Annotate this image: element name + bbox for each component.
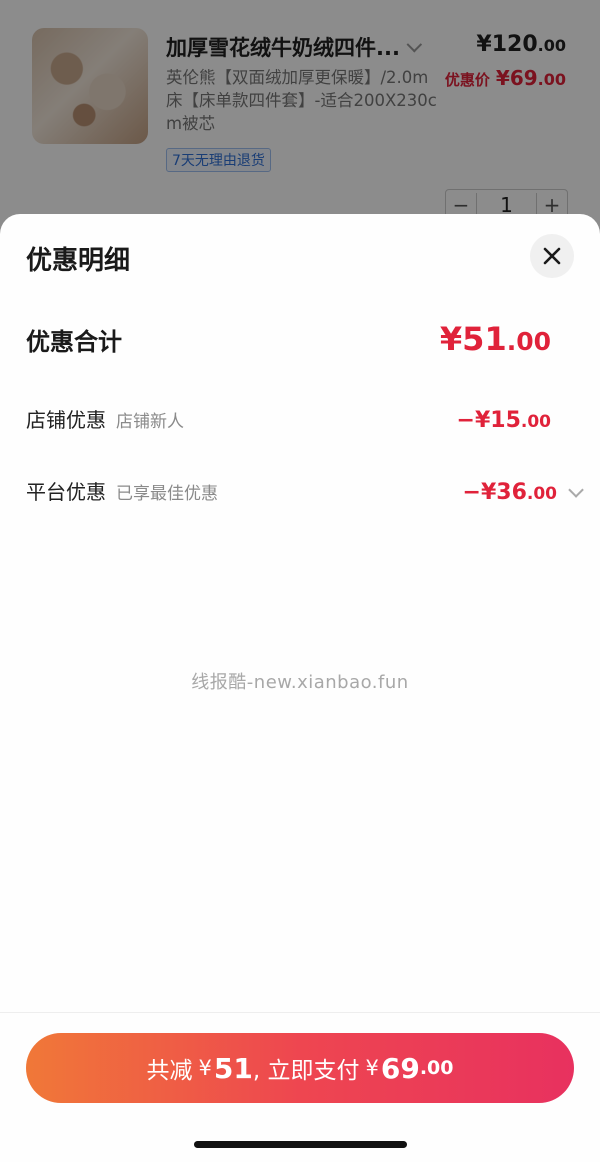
platform-discount-amount: −¥36.00 [463, 480, 557, 505]
pay-discount-currency: ¥ [198, 1056, 212, 1080]
discount-total-amount: ¥51.00 [440, 320, 551, 358]
pay-now-button[interactable]: 共减 ¥ 51 , 立即支付 ¥ 69 .00 [26, 1033, 574, 1103]
home-indicator [194, 1141, 407, 1148]
store-discount-decimal: .00 [520, 412, 551, 432]
discount-total-decimal: .00 [506, 327, 551, 356]
footer-divider [0, 1012, 600, 1013]
sheet-title: 优惠明细 [26, 246, 131, 276]
store-discount-integer: −¥15 [456, 408, 521, 433]
chevron-down-icon[interactable] [568, 482, 584, 498]
platform-discount-subtitle: 已享最佳优惠 [116, 484, 218, 504]
platform-discount-label: 平台优惠 [26, 480, 106, 504]
pay-amount-decimal: .00 [419, 1057, 454, 1079]
discount-total-row: 优惠合计 ¥51.00 [26, 320, 551, 358]
pay-discount-amount: 51 [213, 1051, 253, 1085]
pay-action-label: , 立即支付 [252, 1058, 360, 1084]
pay-discount-prefix: 共减 [146, 1058, 193, 1084]
store-discount-amount: −¥15.00 [457, 408, 551, 433]
discount-total-label: 优惠合计 [26, 328, 122, 356]
pay-amount-integer: 69 [380, 1051, 420, 1085]
store-discount-label: 店铺优惠 [26, 408, 106, 432]
close-icon [543, 247, 561, 265]
close-button[interactable] [530, 234, 574, 278]
platform-discount-integer: −¥36 [462, 480, 527, 505]
pay-amount-currency: ¥ [365, 1056, 379, 1080]
discount-detail-sheet: 优惠明细 优惠合计 ¥51.00 店铺优惠 店铺新人 −¥15.00 平台优惠 … [0, 214, 600, 1162]
platform-discount-row[interactable]: 平台优惠 已享最佳优惠 −¥36.00 [26, 476, 584, 505]
store-discount-subtitle: 店铺新人 [116, 412, 184, 432]
discount-total-integer: ¥51 [439, 320, 507, 358]
platform-discount-decimal: .00 [526, 484, 557, 504]
store-discount-row: 店铺优惠 店铺新人 −¥15.00 [26, 404, 551, 433]
watermark-text: 线报酷-new.xianbao.fun [191, 672, 409, 693]
